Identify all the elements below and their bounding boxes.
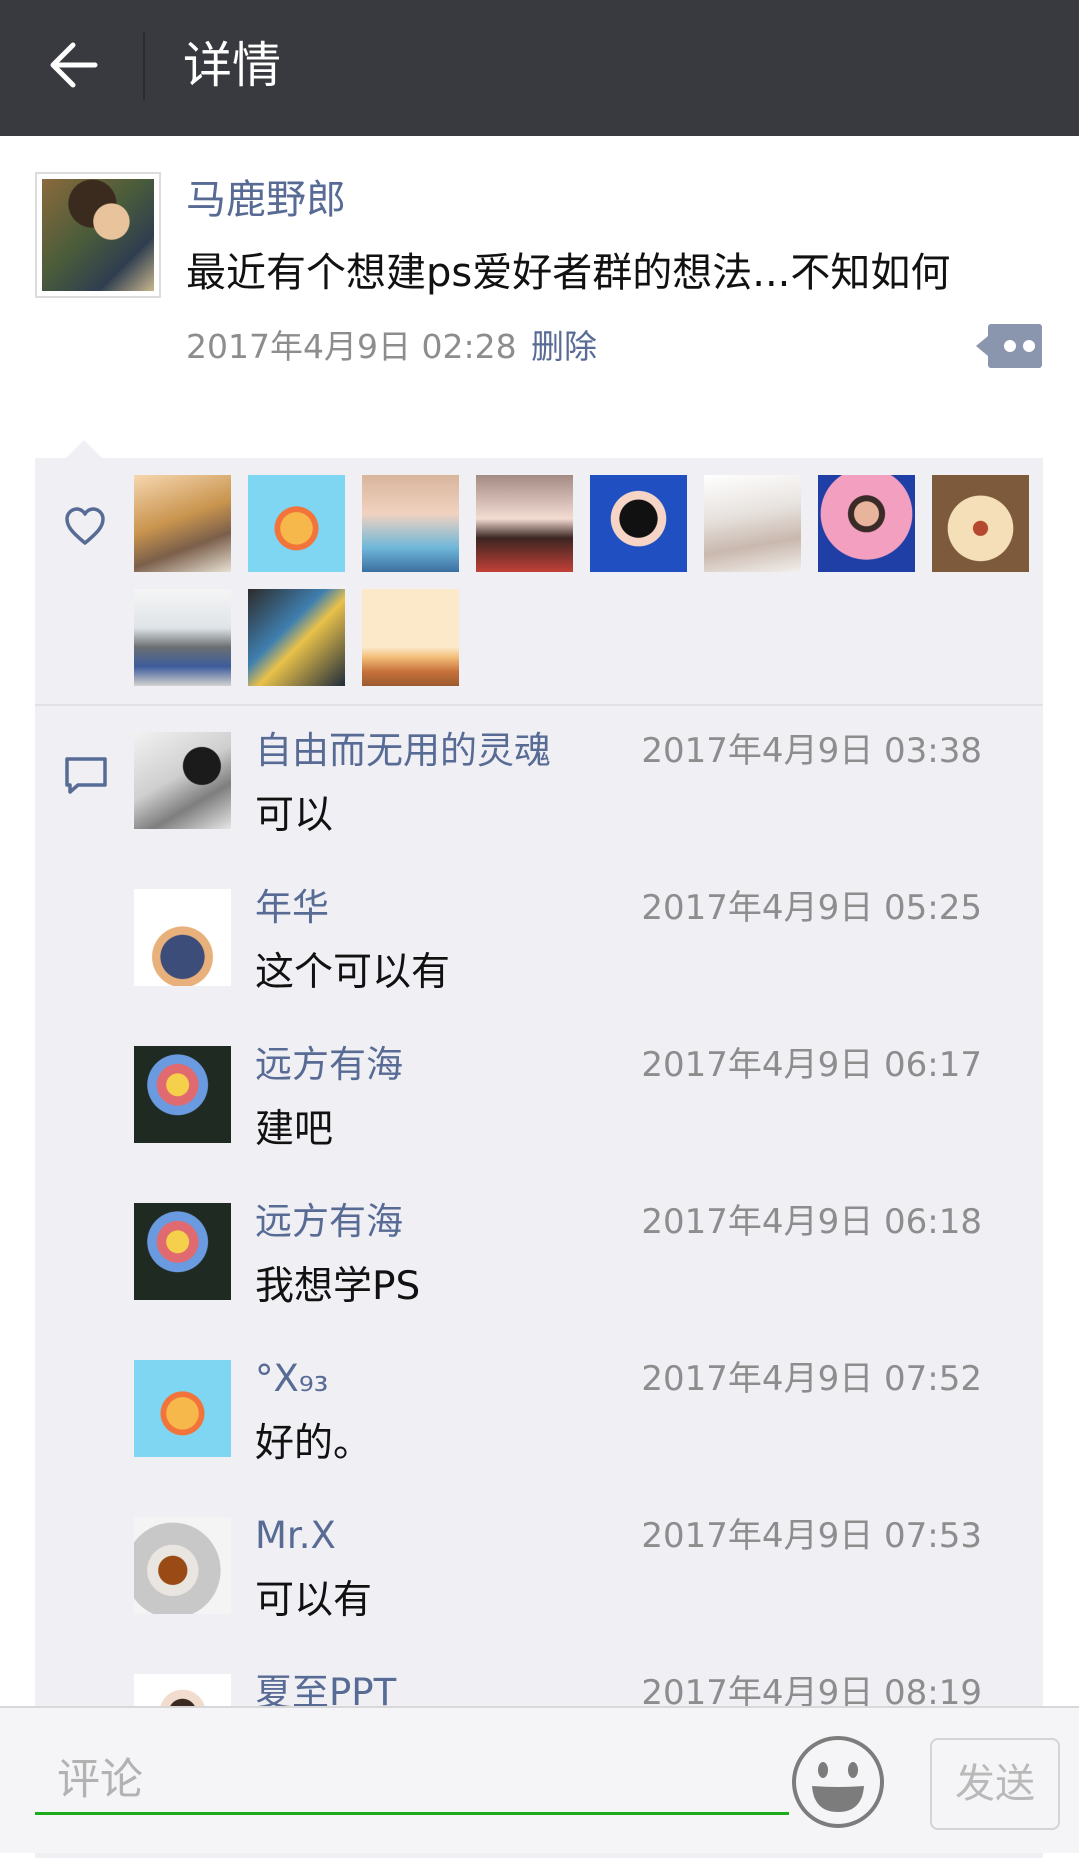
liker-avatar[interactable] bbox=[590, 475, 687, 572]
send-button[interactable]: 发送 bbox=[930, 1738, 1060, 1830]
post-content: 最近有个想建ps爱好者群的想法...不知如何 bbox=[186, 250, 951, 296]
comment-time: 2017年4月9日 06:17 bbox=[641, 1045, 982, 1085]
liker-avatar[interactable] bbox=[704, 475, 801, 572]
liker-avatar[interactable] bbox=[134, 475, 231, 572]
post-timestamp: 2017年4月9日 02:28 bbox=[186, 327, 517, 366]
comment-author[interactable]: Mr.X bbox=[255, 1511, 336, 1561]
comment-time: 2017年4月9日 06:18 bbox=[641, 1202, 982, 1242]
page-title: 详情 bbox=[183, 37, 282, 94]
commenter-avatar[interactable] bbox=[134, 889, 231, 986]
arrow-left-icon bbox=[50, 42, 98, 88]
smiley-face-icon bbox=[792, 1736, 884, 1828]
more-dots-icon[interactable] bbox=[976, 324, 1042, 368]
back-button[interactable] bbox=[38, 30, 108, 100]
heart-icon bbox=[65, 507, 105, 545]
comment-author[interactable]: 年华 bbox=[255, 883, 329, 933]
liker-avatar[interactable] bbox=[818, 475, 915, 572]
comment-text: 我想学PS bbox=[255, 1264, 421, 1309]
liker-avatar[interactable] bbox=[248, 589, 345, 686]
comment-author[interactable]: 远方有海 bbox=[255, 1040, 403, 1090]
liker-avatar[interactable] bbox=[248, 475, 345, 572]
commenter-avatar[interactable] bbox=[134, 1203, 231, 1300]
comment-time: 2017年4月9日 03:38 bbox=[641, 731, 982, 771]
commenter-avatar[interactable] bbox=[134, 1517, 231, 1614]
comment-input[interactable] bbox=[35, 1752, 789, 1815]
liker-avatar[interactable] bbox=[932, 475, 1029, 572]
commenter-avatar[interactable] bbox=[134, 1360, 231, 1457]
comment-bubble-icon bbox=[65, 757, 107, 794]
nav-divider bbox=[143, 32, 145, 100]
delete-post-link[interactable]: 删除 bbox=[531, 322, 597, 372]
liker-avatar[interactable] bbox=[476, 475, 573, 572]
comment-text: 可以 bbox=[255, 793, 334, 838]
comment-input-bar: 发送 bbox=[0, 1706, 1079, 1853]
liker-avatar[interactable] bbox=[362, 589, 459, 686]
commenter-avatar[interactable] bbox=[134, 732, 231, 829]
panel-pointer bbox=[66, 440, 102, 458]
liker-avatar[interactable] bbox=[362, 475, 459, 572]
commenter-avatar[interactable] bbox=[134, 1046, 231, 1143]
comment-time: 2017年4月9日 07:53 bbox=[641, 1516, 982, 1556]
comment-time: 2017年4月9日 07:52 bbox=[641, 1359, 982, 1399]
top-navigation-bar: 详情 bbox=[0, 0, 1079, 136]
emoji-button[interactable] bbox=[790, 1734, 886, 1830]
comment-text: 好的。 bbox=[255, 1421, 373, 1466]
likes-comments-divider bbox=[35, 704, 1043, 706]
comment-text: 可以有 bbox=[255, 1578, 373, 1623]
comment-author[interactable]: 远方有海 bbox=[255, 1197, 403, 1247]
post-author-avatar[interactable] bbox=[35, 172, 161, 298]
comment-author[interactable]: °X₉₃ bbox=[255, 1354, 329, 1404]
liker-avatar[interactable] bbox=[134, 589, 231, 686]
post-author-name[interactable]: 马鹿野郎 bbox=[186, 172, 346, 228]
comment-time: 2017年4月9日 05:25 bbox=[641, 888, 982, 928]
comment-text: 这个可以有 bbox=[255, 950, 451, 995]
comment-text: 建吧 bbox=[255, 1107, 334, 1152]
comment-author[interactable]: 自由而无用的灵魂 bbox=[255, 726, 551, 776]
